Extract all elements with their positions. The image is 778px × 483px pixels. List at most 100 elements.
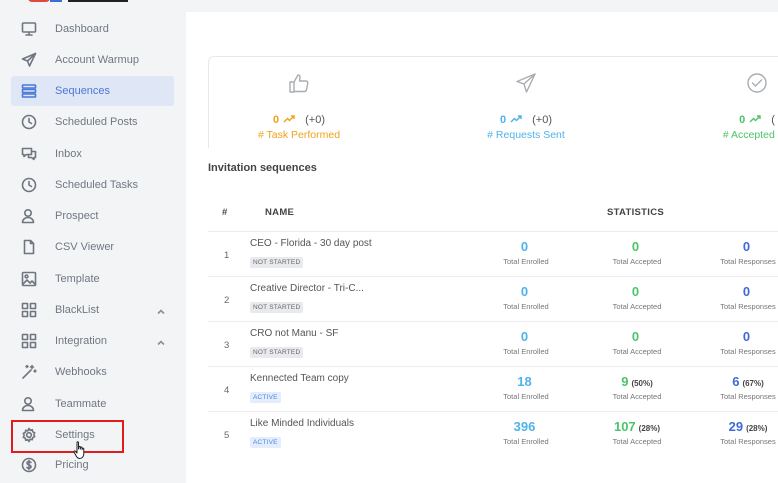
user-icon bbox=[20, 395, 38, 413]
metric-accepted: 107 (28%) Total Accepted bbox=[592, 418, 682, 446]
row-index: 1 bbox=[224, 250, 230, 261]
sidebar-item-label: Pricing bbox=[55, 459, 89, 471]
sidebar-item-account-warmup[interactable]: Account Warmup bbox=[11, 45, 174, 75]
metric-value: 0 bbox=[742, 329, 751, 344]
metric-label: Total Enrolled bbox=[503, 392, 549, 401]
sequence-name-link[interactable]: CEO - Florida - 30 day post bbox=[250, 238, 372, 249]
sidebar-item-label: Sequences bbox=[55, 85, 111, 97]
stats-card: 0 (+0) # Task Performed 0 (+0) # Request… bbox=[208, 56, 778, 148]
table-row[interactable]: 5 Like Minded Individuals ACTIVE 396 Total E… bbox=[208, 411, 778, 456]
sidebar-item-inbox[interactable]: Inbox bbox=[11, 139, 174, 169]
sidebar-item-label: BlackList bbox=[55, 304, 100, 316]
metric-value: 0 bbox=[520, 239, 529, 254]
metric-value: 0 bbox=[631, 284, 640, 299]
metric-responses: 0 Total Responses bbox=[703, 283, 778, 311]
list-icon bbox=[20, 82, 38, 100]
stat-value: 0 bbox=[500, 114, 507, 126]
row-index: 4 bbox=[224, 385, 230, 396]
metric-label: Total Responses bbox=[720, 257, 776, 266]
sidebar-item-label: Template bbox=[55, 273, 100, 285]
stat-label: # Accepted Re bbox=[722, 129, 778, 141]
image-icon bbox=[20, 270, 38, 288]
sidebar-item-integration[interactable]: Integration bbox=[11, 326, 174, 356]
sidebar-item-template[interactable]: Template bbox=[11, 264, 174, 294]
sidebar-item-sequences[interactable]: Sequences bbox=[11, 76, 174, 106]
sidebar-item-scheduled-posts[interactable]: Scheduled Posts bbox=[11, 107, 174, 137]
sequence-name-link[interactable]: Creative Director - Tri-C... bbox=[250, 283, 364, 294]
metric-enrolled: 396 Total Enrolled bbox=[481, 418, 571, 446]
stat-delta: (+0) bbox=[532, 114, 552, 126]
sidebar-item-pricing[interactable]: Pricing bbox=[11, 450, 174, 480]
sidebar-item-blacklist[interactable]: BlackList bbox=[11, 295, 174, 325]
sidebar-item-teammate[interactable]: Teammate bbox=[11, 389, 174, 419]
table-row[interactable]: 1 CEO - Florida - 30 day post NOT STARTED 0… bbox=[208, 231, 778, 276]
column-header-statistics: STATISTICS bbox=[607, 207, 665, 218]
metric-value: 0 bbox=[631, 329, 640, 344]
sidebar-item-label: Prospect bbox=[55, 210, 99, 222]
table-row[interactable]: 2 Creative Director - Tri-C... NOT STARTED… bbox=[208, 276, 778, 321]
metric-value: 0 bbox=[520, 329, 529, 344]
sidebar-item-label: Dashboard bbox=[55, 23, 109, 35]
sequence-name-link[interactable]: Kennected Team copy bbox=[250, 373, 349, 384]
sidebar-item-label: CSV Viewer bbox=[55, 241, 115, 253]
chevron-up-icon bbox=[156, 304, 166, 315]
metric-label: Total Accepted bbox=[612, 302, 662, 311]
metric-value: 9 bbox=[621, 374, 629, 389]
metric-responses: 29 (28%) Total Responses bbox=[703, 418, 778, 446]
metric-enrolled: 18 Total Enrolled bbox=[481, 373, 571, 401]
stat-requests-sent: 0 (+0) # Requests Sent bbox=[446, 57, 606, 149]
status-badge: ACTIVE bbox=[250, 392, 281, 403]
status-badge: ACTIVE bbox=[250, 437, 281, 448]
metric-accepted: 0 Total Accepted bbox=[592, 328, 682, 356]
sidebar-item-csv-viewer[interactable]: CSV Viewer bbox=[11, 232, 174, 262]
metric-value: 0 bbox=[520, 284, 529, 299]
stat-delta: ( bbox=[771, 114, 775, 126]
sidebar-item-label: Scheduled Posts bbox=[55, 116, 138, 128]
stat-task-performed: 0 (+0) # Task Performed bbox=[219, 57, 379, 149]
column-header-index: # bbox=[222, 207, 228, 218]
dollar-icon bbox=[20, 456, 38, 474]
sidebar-item-label: Scheduled Tasks bbox=[55, 179, 138, 191]
metric-percent: (67%) bbox=[742, 379, 764, 388]
metric-value: 6 bbox=[732, 374, 740, 389]
sequence-name-link[interactable]: CRO not Manu - SF bbox=[250, 328, 338, 339]
metric-value: 0 bbox=[742, 284, 751, 299]
sidebar-item-dashboard[interactable]: Dashboard bbox=[11, 14, 174, 44]
metric-label: Total Enrolled bbox=[503, 302, 549, 311]
stat-delta: (+0) bbox=[305, 114, 325, 126]
sidebar-item-scheduled-tasks[interactable]: Scheduled Tasks bbox=[11, 170, 174, 200]
metric-enrolled: 0 Total Enrolled bbox=[481, 238, 571, 266]
row-index: 2 bbox=[224, 295, 230, 306]
chat-icon bbox=[20, 145, 38, 163]
check-circle-icon bbox=[677, 72, 778, 96]
sidebar-item-label: Teammate bbox=[55, 398, 107, 410]
stat-value: 0 bbox=[739, 114, 746, 126]
metric-label: Total Accepted bbox=[612, 437, 662, 446]
metric-responses: 0 Total Responses bbox=[703, 238, 778, 266]
sidebar-item-label: Webhooks bbox=[55, 366, 107, 378]
sequence-name-link[interactable]: Like Minded Individuals bbox=[250, 418, 354, 429]
metric-accepted: 9 (50%) Total Accepted bbox=[592, 373, 682, 401]
metric-label: Total Accepted bbox=[612, 257, 662, 266]
sidebar-item-label: Inbox bbox=[55, 148, 82, 160]
table-row[interactable]: 3 CRO not Manu - SF NOT STARTED 0 Total Enro… bbox=[208, 321, 778, 366]
metric-accepted: 0 Total Accepted bbox=[592, 283, 682, 311]
metric-value: 107 bbox=[613, 419, 636, 434]
table-row[interactable]: 4 Kennected Team copy ACTIVE 18 Total Enroll… bbox=[208, 366, 778, 411]
metric-accepted: 0 Total Accepted bbox=[592, 238, 682, 266]
metric-label: Total Responses bbox=[720, 437, 776, 446]
metric-value: 0 bbox=[742, 239, 751, 254]
row-index: 5 bbox=[224, 430, 230, 441]
sidebar-item-prospect[interactable]: Prospect bbox=[11, 201, 174, 231]
clock-icon bbox=[20, 113, 38, 131]
stat-label: # Requests Sent bbox=[487, 129, 565, 141]
metric-responses: 0 Total Responses bbox=[703, 328, 778, 356]
metric-enrolled: 0 Total Enrolled bbox=[481, 328, 571, 356]
sidebar-item-webhooks[interactable]: Webhooks bbox=[11, 357, 174, 387]
metric-enrolled: 0 Total Enrolled bbox=[481, 283, 571, 311]
trend-up-icon bbox=[283, 114, 295, 126]
metric-label: Total Responses bbox=[720, 302, 776, 311]
trend-up-icon bbox=[510, 114, 522, 126]
stat-label: # Task Performed bbox=[257, 129, 341, 141]
metric-value: 18 bbox=[517, 374, 532, 389]
